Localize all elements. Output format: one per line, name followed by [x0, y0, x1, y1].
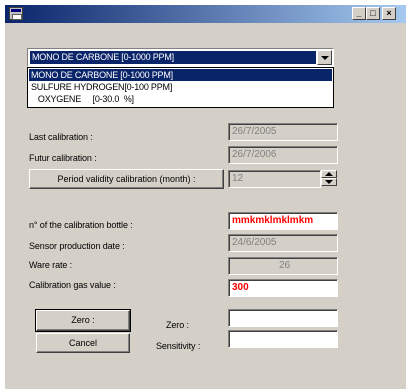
- minimize-button[interactable]: _: [352, 7, 366, 20]
- period-spinner[interactable]: [321, 170, 337, 186]
- last-calibration-field: 26/7/2005: [228, 123, 338, 141]
- gas-dropdown-list: MONO DE CARBONE [0-1000 PPM] SULFURE HYD…: [27, 67, 334, 108]
- sensitivity-label: Sensitivity :: [156, 341, 201, 351]
- zero-label: Zero :: [166, 320, 189, 330]
- gas-value-field[interactable]: 300: [228, 279, 338, 297]
- gas-select-value: MONO DE CARBONE [0-1000 PPM]: [29, 50, 317, 65]
- sensitivity-field[interactable]: [228, 330, 338, 348]
- production-date-field: 24/6/2005: [228, 234, 338, 252]
- ware-rate-field: 26: [228, 257, 338, 275]
- gas-select[interactable]: MONO DE CARBONE [0-1000 PPM]: [27, 48, 334, 67]
- chevron-down-icon[interactable]: [317, 50, 332, 65]
- gas-option-o2[interactable]: OXYGENE [0-30.0 %]: [29, 93, 332, 105]
- spin-down-icon[interactable]: [321, 178, 337, 186]
- gas-value-label: Calibration gas value :: [29, 280, 116, 290]
- spin-up-icon[interactable]: [321, 170, 337, 178]
- title-bar[interactable]: _ □ ×: [5, 5, 406, 23]
- zero-field[interactable]: [228, 309, 338, 327]
- gas-option-h2s[interactable]: SULFURE HYDROGEN[0-100 PPM]: [29, 81, 332, 93]
- last-calibration-label: Last calibration :: [29, 132, 93, 142]
- futur-calibration-label: Futur calibration :: [29, 153, 97, 163]
- gas-option-co[interactable]: MONO DE CARBONE [0-1000 PPM]: [29, 69, 332, 81]
- production-date-label: Sensor production date :: [29, 241, 125, 251]
- calibration-window: _ □ × MONO DE CARBONE [0-1000 PPM] MONO …: [4, 4, 406, 389]
- bottle-number-field[interactable]: mmkmklmklmkm: [228, 212, 338, 230]
- zero-button[interactable]: Zero :: [35, 309, 131, 332]
- close-button[interactable]: ×: [382, 7, 396, 20]
- cancel-button[interactable]: Cancel: [36, 333, 130, 353]
- ware-rate-label: Ware rate :: [29, 260, 73, 270]
- period-validity-field[interactable]: 12: [228, 170, 321, 188]
- period-validity-button[interactable]: Period validity calibration (month) :: [29, 169, 224, 189]
- maximize-button[interactable]: □: [366, 7, 380, 20]
- bottle-number-label: n° of the calibration bottle :: [29, 220, 133, 230]
- futur-calibration-field: 26/7/2006: [228, 146, 338, 164]
- app-icon[interactable]: [9, 7, 23, 20]
